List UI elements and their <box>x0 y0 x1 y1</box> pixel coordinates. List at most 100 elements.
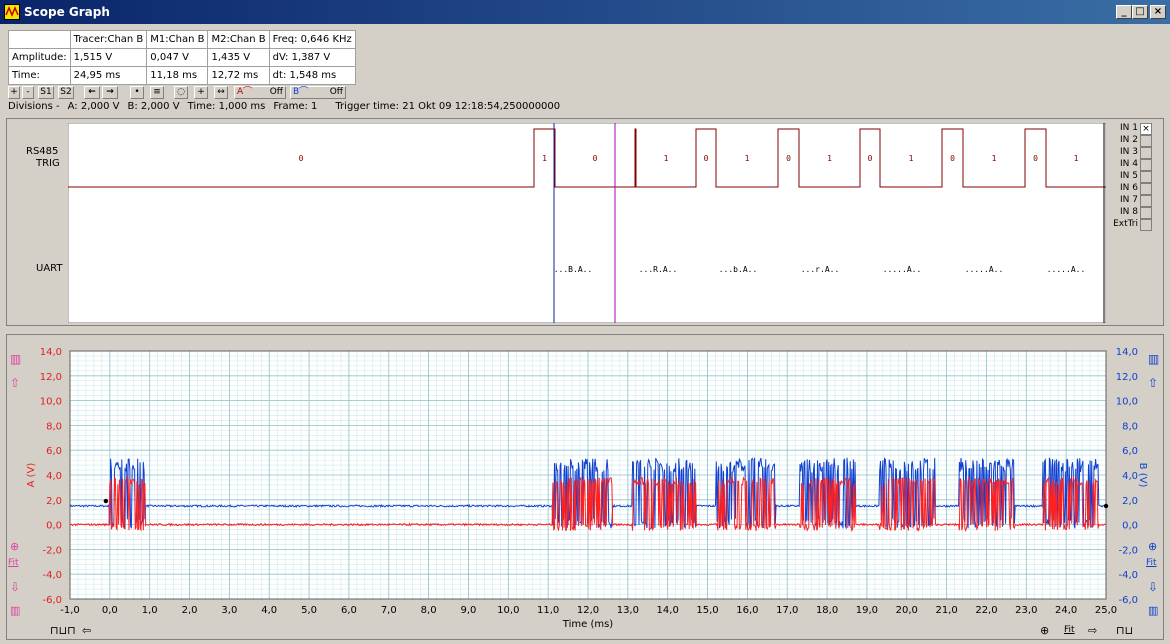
y-tick-label-b: 4,0 <box>1122 471 1138 482</box>
scroll-right-icon[interactable]: ⇨ <box>1088 624 1097 637</box>
channel-a-math-button[interactable]: A⌒ Off <box>234 86 286 99</box>
x-tick-label: 4,0 <box>261 605 277 616</box>
marker-dot-button[interactable]: • <box>130 86 144 99</box>
time-zoom-icon[interactable]: ⊓⊔ <box>1116 624 1133 637</box>
x-tick-label: -1,0 <box>60 605 80 616</box>
uart-byte-label: .....A.. <box>883 265 922 274</box>
input-checkbox[interactable]: × <box>1140 123 1152 135</box>
input-checkbox[interactable] <box>1140 195 1152 207</box>
cursor-icon[interactable]: ◌ <box>174 86 188 99</box>
bit-label: 0 <box>593 154 598 163</box>
scale-down-b-icon[interactable]: ▥ <box>1148 604 1158 617</box>
time-center-icon[interactable]: ⊕ <box>1040 624 1049 637</box>
time-fit-button[interactable]: Fit <box>1064 625 1075 635</box>
table-cell: 1,515 V <box>69 48 148 67</box>
zoom-in-button[interactable]: + <box>8 86 20 99</box>
input-checkbox[interactable] <box>1140 207 1152 219</box>
channel-label-trig: TRIG <box>36 158 60 169</box>
bit-label: 0 <box>786 154 791 163</box>
y-tick-label-b: 12,0 <box>1116 372 1138 383</box>
offset-up-icon[interactable]: ⇧ <box>10 376 20 390</box>
bit-label: 1 <box>992 154 997 163</box>
uart-byte-label: ...R.A.. <box>639 265 678 274</box>
fit-b-button[interactable]: Fit <box>1146 558 1157 568</box>
input-checkbox[interactable] <box>1140 219 1152 231</box>
input-row[interactable]: IN 7 <box>1108 195 1154 207</box>
y-tick-label-a: 6,0 <box>46 446 62 457</box>
x-tick-label: 25,0 <box>1095 605 1117 616</box>
input-checkbox[interactable] <box>1140 183 1152 195</box>
y-tick-label-a: -4,0 <box>42 570 62 581</box>
logic-background <box>68 123 1106 323</box>
scale-up-icon[interactable]: ▥ <box>10 352 21 366</box>
x-tick-label: 2,0 <box>182 605 198 616</box>
align-icon[interactable]: ≡ <box>150 86 164 99</box>
bit-label: 1 <box>909 154 914 163</box>
offset-up-b-icon[interactable]: ⇧ <box>1148 376 1158 390</box>
input-row[interactable]: ExtTri <box>1108 219 1154 231</box>
input-checkbox[interactable] <box>1140 171 1152 183</box>
offset-down-icon[interactable]: ⇩ <box>10 580 20 594</box>
plus-marker-icon[interactable]: + <box>194 86 208 99</box>
center-b-icon[interactable]: ⊕ <box>1148 540 1157 553</box>
input-row[interactable]: IN 2 <box>1108 135 1154 147</box>
table-cell: Time: <box>8 66 71 85</box>
maximize-button[interactable]: □ <box>1132 5 1148 19</box>
input-checkbox[interactable] <box>1140 135 1152 147</box>
input-row[interactable]: IN 5 <box>1108 171 1154 183</box>
channel-b-math-button[interactable]: B⌒ Off <box>290 86 346 99</box>
y-tick-label-a: 4,0 <box>46 471 62 482</box>
input-checkbox[interactable] <box>1140 159 1152 171</box>
y-tick-label-a: 12,0 <box>40 372 62 383</box>
input-row[interactable]: IN 8 <box>1108 207 1154 219</box>
table-cell: 12,72 ms <box>207 66 270 85</box>
input-label: IN 4 <box>1120 159 1138 169</box>
input-checkbox[interactable] <box>1140 147 1152 159</box>
scope-plot[interactable]: 14,0 14,0 12,0 12,0 10,0 10,0 8,0 8,0 6,0 6,0 4,0 4… <box>0 334 1170 640</box>
wave-icon: ⌒ <box>243 87 253 97</box>
center-icon[interactable]: ↔ <box>214 86 228 99</box>
table-cell: Amplitude: <box>8 48 71 67</box>
close-button[interactable]: × <box>1150 5 1166 19</box>
uart-byte-label: ...B.A.. <box>554 265 593 274</box>
y-tick-label-b: 14,0 <box>1116 347 1138 358</box>
input-label: IN 5 <box>1120 171 1138 181</box>
input-row[interactable]: IN 4 <box>1108 159 1154 171</box>
zoom-out-button[interactable]: - <box>22 86 34 99</box>
wave-icon: ⌒ <box>299 87 309 97</box>
fit-a-button[interactable]: Fit <box>8 558 19 568</box>
input-row[interactable]: IN 1 × <box>1108 123 1154 135</box>
offset-down-b-icon[interactable]: ⇩ <box>1148 580 1158 594</box>
s1-button[interactable]: S1 <box>38 86 54 99</box>
time-scale-icon[interactable]: ⊓⊔⊓ <box>50 624 76 637</box>
y-tick-label-b: 10,0 <box>1116 397 1138 408</box>
minimize-button[interactable]: _ <box>1116 5 1132 19</box>
scale-down-icon[interactable]: ▥ <box>10 604 20 617</box>
x-tick-label: 10,0 <box>497 605 519 616</box>
logic-trace-area[interactable]: 0 1 0 1 0 1 0 1 0 1 0 1 0 1 ...B.A.. ...R.A.. ...b.A....… <box>68 123 1106 323</box>
trigger-time: Trigger time: 21 Okt 09 12:18:54,2500000… <box>335 101 561 112</box>
tracer-marker-dot <box>1103 503 1109 509</box>
s2-button[interactable]: S2 <box>58 86 74 99</box>
x-tick-label: 11,0 <box>537 605 559 616</box>
x-tick-label: 14,0 <box>657 605 679 616</box>
bit-label: 0 <box>950 154 955 163</box>
uart-byte-label: .....A.. <box>1047 265 1086 274</box>
arrow-left-button[interactable]: ← <box>84 86 100 99</box>
input-row[interactable]: IN 3 <box>1108 147 1154 159</box>
title-bar: Scope Graph _ □ × <box>0 0 1170 24</box>
y-tick-label-b: -2,0 <box>1118 545 1138 556</box>
table-cell: 24,95 ms <box>69 66 148 85</box>
arrow-right-button[interactable]: → <box>102 86 118 99</box>
x-tick-label: 22,0 <box>975 605 997 616</box>
y-tick-label-a: 0,0 <box>46 521 62 532</box>
center-a-icon[interactable]: ⊕ <box>10 540 19 553</box>
scroll-left-icon[interactable]: ⇦ <box>82 624 91 637</box>
uart-byte-label: ...b.A.. <box>719 265 758 274</box>
scale-up-b-icon[interactable]: ▥ <box>1148 352 1159 366</box>
table-row: Amplitude: 1,515 V 0,047 V 1,435 V dV: 1… <box>8 48 356 67</box>
y-tick-label-b: 6,0 <box>1122 446 1138 457</box>
table-cell: dt: 1,548 ms <box>268 66 356 85</box>
y-tick-label-b: 0,0 <box>1122 521 1138 532</box>
input-row[interactable]: IN 6 <box>1108 183 1154 195</box>
